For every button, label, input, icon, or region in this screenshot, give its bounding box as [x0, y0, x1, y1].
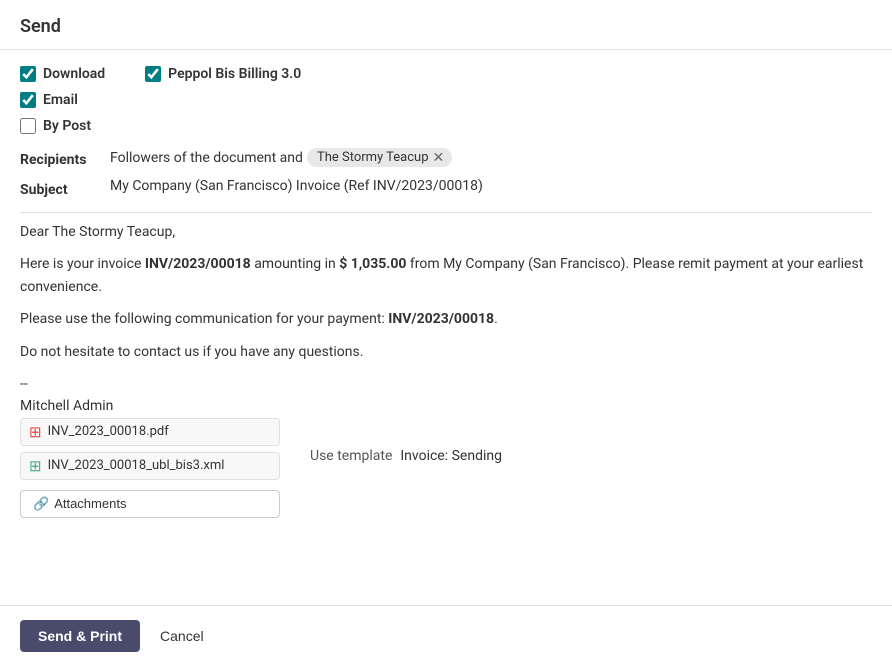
- dialog-body: Download Peppol Bis Billing 3.0 Email By…: [0, 50, 892, 605]
- attachments-row: ⊞ INV_2023_00018.pdf ⊞ INV_2023_00018_ub…: [20, 418, 872, 518]
- download-checkbox[interactable]: [20, 66, 36, 82]
- attachment-pdf-name: INV_2023_00018.pdf: [48, 424, 169, 439]
- options-row-2: Email: [20, 92, 872, 108]
- email-body: Dear The Stormy Teacup, Here is your inv…: [20, 221, 872, 363]
- para1-prefix: Here is your invoice: [20, 256, 145, 272]
- peppol-checkbox[interactable]: [145, 66, 161, 82]
- para1-amount: $ 1,035.00: [339, 256, 406, 272]
- para2-invoice: INV/2023/00018: [388, 311, 494, 327]
- use-template-section: Use template Invoice: Sending: [310, 418, 502, 464]
- xml-icon: ⊞: [29, 457, 42, 475]
- para1-invoice: INV/2023/00018: [145, 256, 251, 272]
- recipients-row: Recipients Followers of the document and…: [20, 148, 872, 168]
- subject-value: My Company (San Francisco) Invoice (Ref …: [110, 178, 872, 194]
- para1-amount-prefix: amounting in: [251, 256, 339, 272]
- email-label: Email: [43, 92, 78, 108]
- email-checkbox-item[interactable]: Email: [20, 92, 78, 108]
- subject-label: Subject: [20, 178, 110, 198]
- options-row-1: Download Peppol Bis Billing 3.0: [20, 66, 872, 82]
- download-checkbox-item[interactable]: Download: [20, 66, 105, 82]
- tag-name: The Stormy Teacup: [317, 150, 429, 165]
- recipients-prefix: Followers of the document and: [110, 150, 303, 166]
- attachment-xml-name: INV_2023_00018_ubl_bis3.xml: [48, 458, 225, 473]
- email-checkbox[interactable]: [20, 92, 36, 108]
- by-post-row: By Post: [20, 118, 872, 134]
- peppol-label: Peppol Bis Billing 3.0: [168, 66, 301, 82]
- by-post-label: By Post: [43, 118, 91, 134]
- para2-suffix: .: [494, 311, 498, 327]
- pdf-icon: ⊞: [29, 423, 42, 441]
- dialog-footer: Send & Print Cancel: [0, 605, 892, 666]
- dialog-header: Send: [0, 0, 892, 50]
- email-signature: -- Mitchell Admin: [20, 373, 872, 418]
- email-para2: Please use the following communication f…: [20, 308, 872, 330]
- by-post-checkbox[interactable]: [20, 118, 36, 134]
- recipient-tag[interactable]: The Stormy Teacup ✕: [307, 148, 452, 167]
- attachments-btn-label: Attachments: [54, 496, 126, 511]
- use-template-label: Use template: [310, 448, 392, 464]
- download-label: Download: [43, 66, 105, 82]
- subject-row: Subject My Company (San Francisco) Invoi…: [20, 178, 872, 198]
- attachment-xml[interactable]: ⊞ INV_2023_00018_ubl_bis3.xml: [20, 452, 280, 480]
- signature-name: Mitchell Admin: [20, 395, 872, 417]
- dialog-title: Send: [20, 16, 61, 37]
- signature-dash: --: [20, 373, 872, 395]
- divider: [20, 212, 872, 213]
- attachments-link-icon: 🔗: [33, 496, 49, 512]
- attachments-left: ⊞ INV_2023_00018.pdf ⊞ INV_2023_00018_ub…: [20, 418, 280, 518]
- use-template-value[interactable]: Invoice: Sending: [400, 448, 502, 464]
- send-dialog: Send Download Peppol Bis Billing 3.0 Ema…: [0, 0, 892, 666]
- send-print-button[interactable]: Send & Print: [20, 620, 140, 652]
- by-post-checkbox-item[interactable]: By Post: [20, 118, 91, 134]
- attachment-pdf[interactable]: ⊞ INV_2023_00018.pdf: [20, 418, 280, 446]
- cancel-button[interactable]: Cancel: [150, 620, 214, 652]
- recipients-label: Recipients: [20, 148, 110, 168]
- peppol-checkbox-item[interactable]: Peppol Bis Billing 3.0: [145, 66, 301, 82]
- recipients-container: Followers of the document and The Stormy…: [110, 148, 872, 167]
- para2-prefix: Please use the following communication f…: [20, 311, 388, 327]
- recipients-value: Followers of the document and The Stormy…: [110, 148, 872, 167]
- email-greeting: Dear The Stormy Teacup,: [20, 221, 872, 243]
- email-para3: Do not hesitate to contact us if you hav…: [20, 341, 872, 363]
- attachments-button[interactable]: 🔗 Attachments: [20, 490, 280, 518]
- tag-close-icon[interactable]: ✕: [433, 151, 445, 165]
- email-para1: Here is your invoice INV/2023/00018 amou…: [20, 253, 872, 298]
